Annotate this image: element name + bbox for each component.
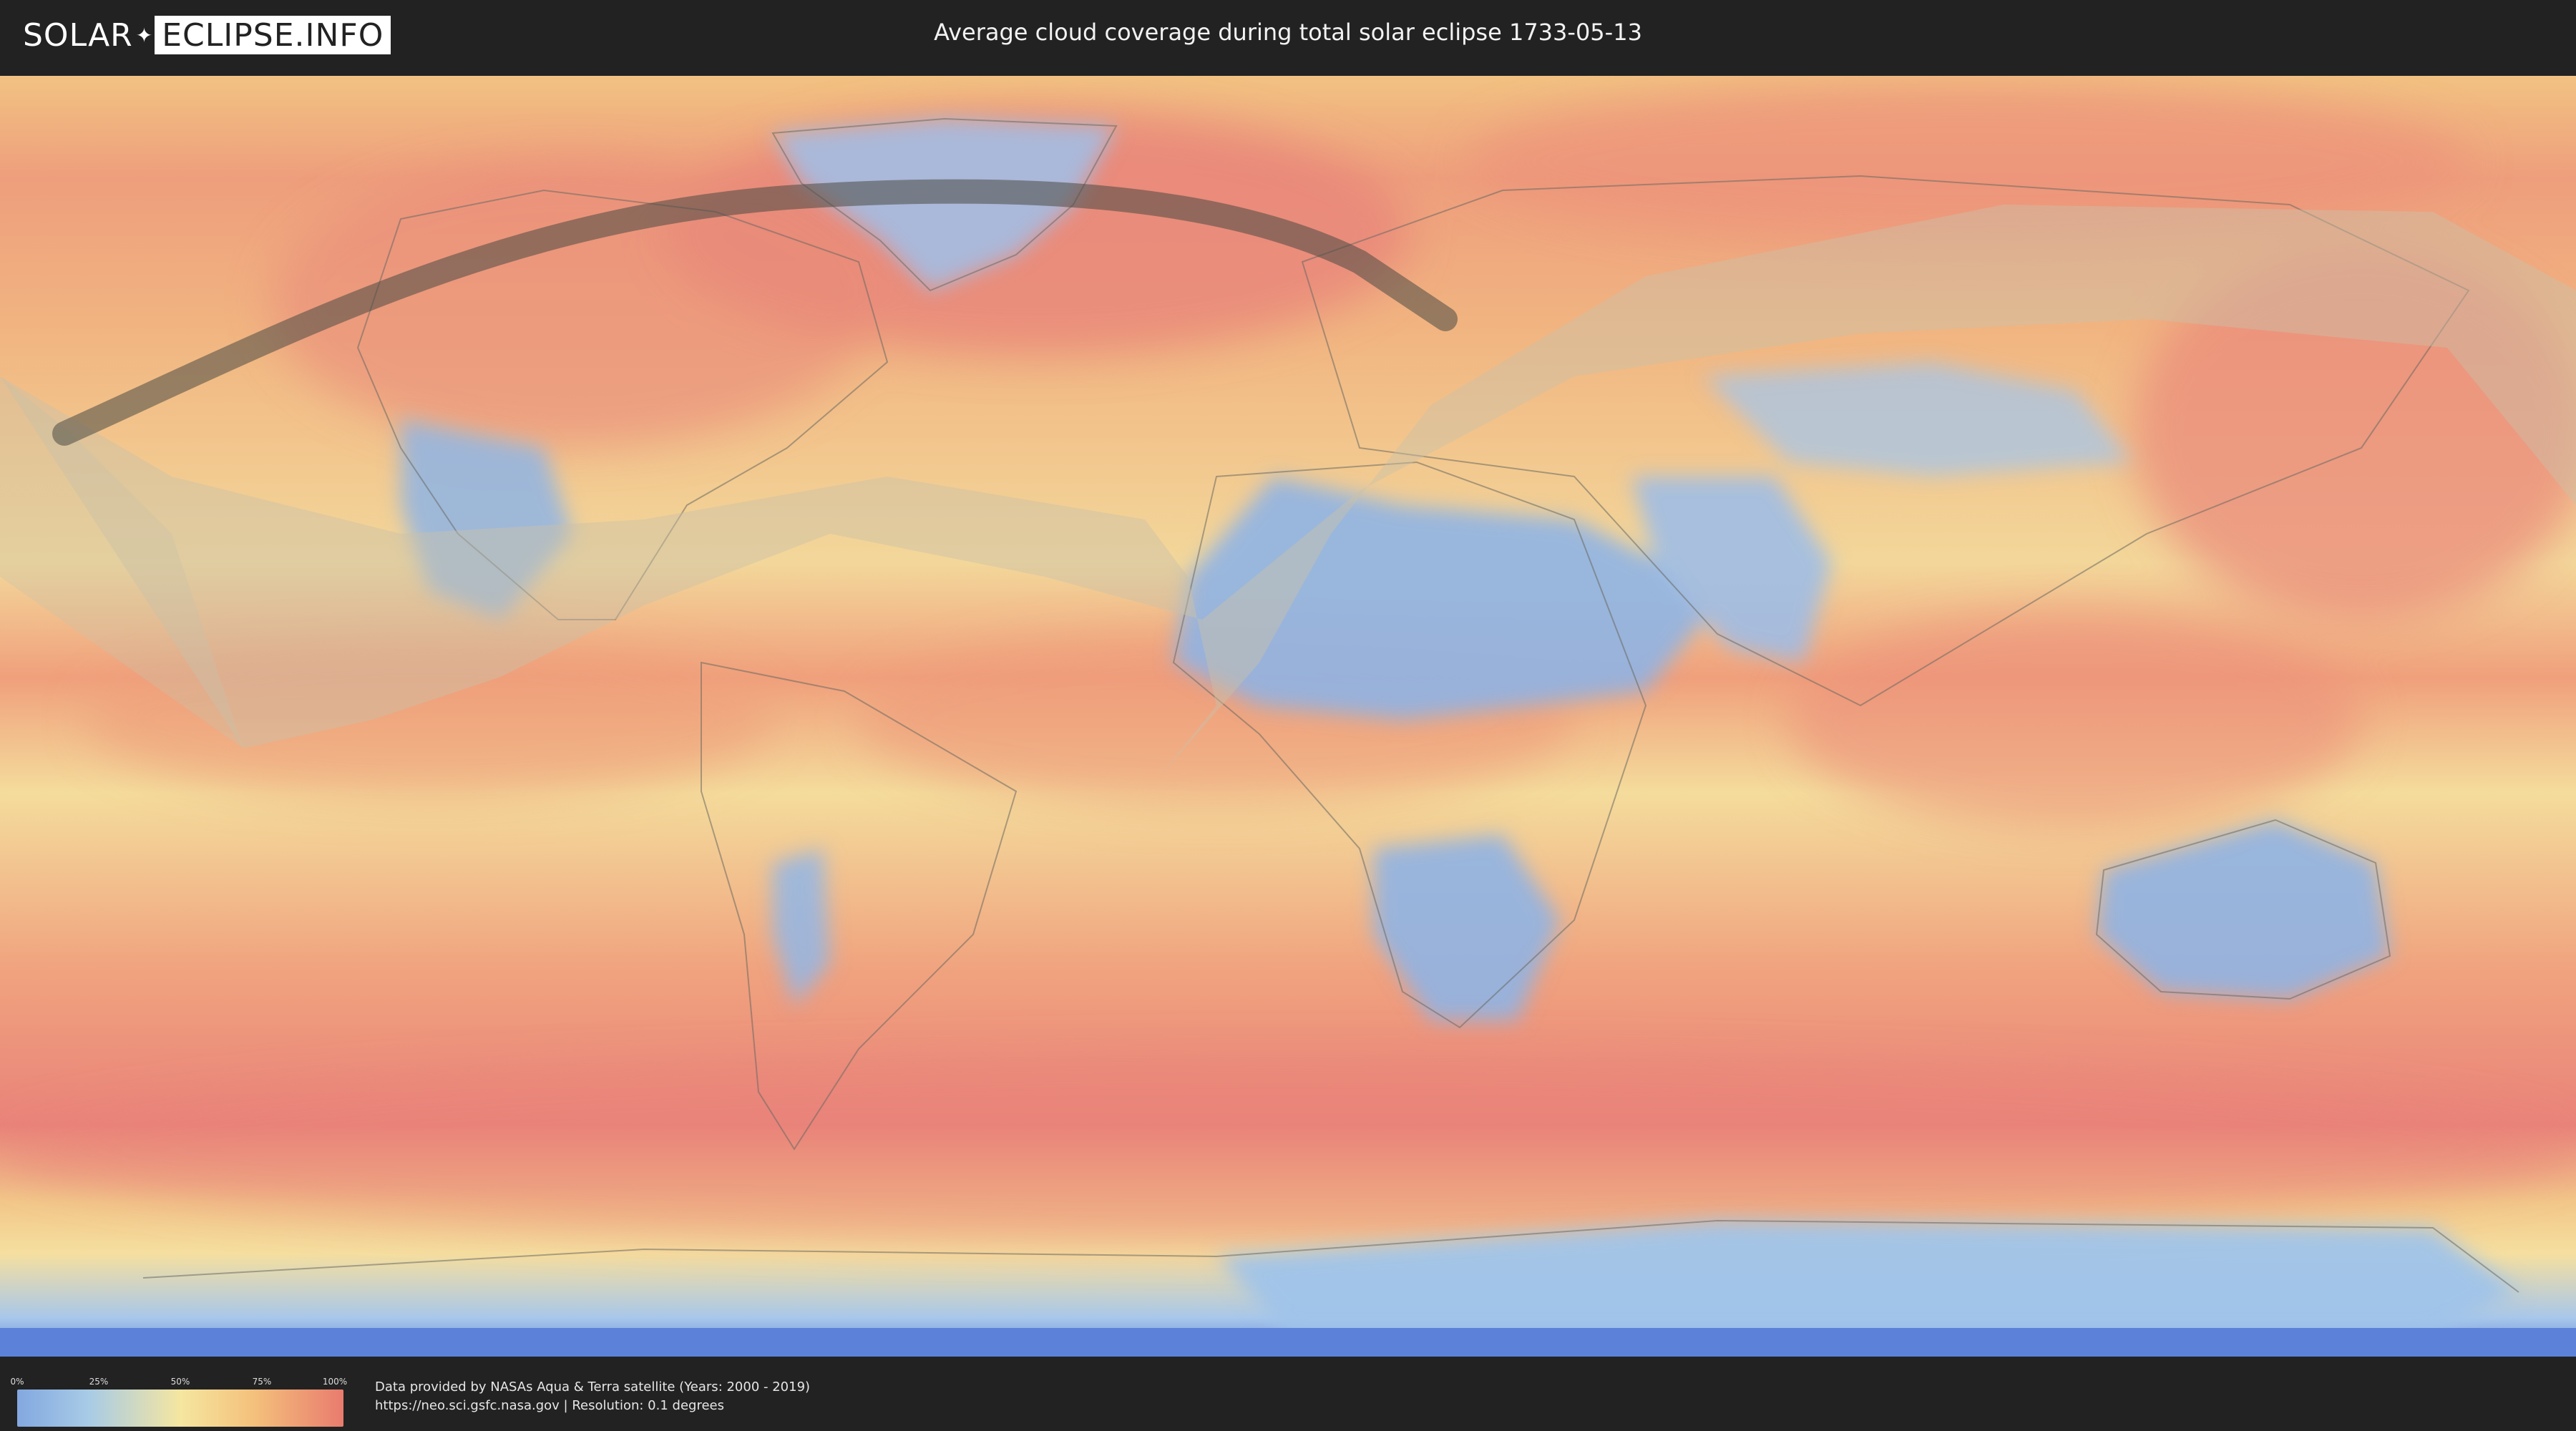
page-title: Average cloud coverage during total sola… [934,19,1642,46]
cloud-coverage-map[interactable] [0,76,2576,1357]
legend-tick-100: 100% [322,1377,348,1387]
map-canvas [0,76,2576,1357]
legend-tick-75: 75% [252,1377,272,1387]
header-bar: SOLAR ✦ ECLIPSE.INFO Average cloud cover… [0,0,2576,72]
legend-tick-0: 0% [10,1377,24,1387]
data-credits: Data provided by NASAs Aqua & Terra sate… [375,1378,810,1415]
credit-line-2: https://neo.sci.gsfc.nasa.gov | Resoluti… [375,1398,724,1413]
legend-tick-50: 50% [170,1377,190,1387]
legend-color-bar [17,1390,343,1427]
legend-tick-25: 25% [89,1377,109,1387]
antarctic-edge [0,1328,2576,1357]
credit-line-1: Data provided by NASAs Aqua & Terra sate… [375,1379,811,1395]
